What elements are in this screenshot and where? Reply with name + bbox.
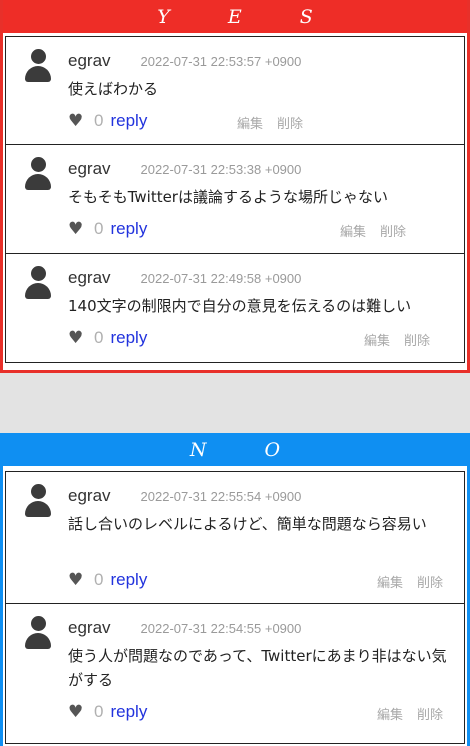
comment-actions: ♥ 0 reply xyxy=(68,219,147,239)
heart-icon[interactable]: ♥ xyxy=(68,221,84,238)
comment-text: 話し合いのレベルによるけど、簡単な問題なら容易い xyxy=(68,515,427,533)
reply-link[interactable]: reply xyxy=(110,328,147,348)
edit-button[interactable]: 編集 xyxy=(237,113,263,132)
comment-text: 使えばわかる xyxy=(68,80,159,98)
avatar-icon xyxy=(24,157,52,191)
comment-card: egrav 2022-07-31 22:53:57 +0900 使えばわかる ♥… xyxy=(5,36,465,145)
delete-button[interactable]: 削除 xyxy=(277,113,303,132)
comment-card: egrav 2022-07-31 22:54:55 +0900 使う人が問題なの… xyxy=(5,604,465,744)
edit-button[interactable]: 編集 xyxy=(377,704,403,723)
edit-button[interactable]: 編集 xyxy=(377,572,403,591)
heart-icon[interactable]: ♥ xyxy=(68,113,84,130)
avatar-icon xyxy=(24,484,52,518)
comment-edit-group: 編集 削除 xyxy=(364,330,430,349)
heart-icon[interactable]: ♥ xyxy=(68,330,84,347)
yes-header: Y E S xyxy=(3,0,467,33)
comment-username[interactable]: egrav xyxy=(68,268,111,288)
delete-button[interactable]: 削除 xyxy=(404,330,430,349)
comment-card: egrav 2022-07-31 22:53:38 +0900 そもそもTwit… xyxy=(5,145,465,254)
no-comment-list: egrav 2022-07-31 22:55:54 +0900 話し合いのレベル… xyxy=(3,466,467,744)
comment-actions: ♥ 0 reply xyxy=(68,570,147,590)
avatar-icon xyxy=(24,49,52,83)
comment-edit-group: 編集 削除 xyxy=(377,704,443,723)
comment-card: egrav 2022-07-31 22:49:58 +0900 140文字の制限… xyxy=(5,254,465,363)
reply-link[interactable]: reply xyxy=(110,111,147,131)
comment-timestamp: 2022-07-31 22:54:55 +0900 xyxy=(140,621,302,636)
reply-link[interactable]: reply xyxy=(110,219,147,239)
comment-meta: egrav 2022-07-31 22:55:54 +0900 xyxy=(68,486,301,506)
comment-actions: ♥ 0 reply xyxy=(68,702,147,722)
comment-meta: egrav 2022-07-31 22:53:57 +0900 xyxy=(68,51,301,71)
avatar-icon xyxy=(24,266,52,300)
comment-meta: egrav 2022-07-31 22:53:38 +0900 xyxy=(68,159,301,179)
like-count: 0 xyxy=(94,111,104,130)
comment-meta: egrav 2022-07-31 22:49:58 +0900 xyxy=(68,268,301,288)
comment-edit-group: 編集 削除 xyxy=(340,221,406,240)
heart-icon[interactable]: ♥ xyxy=(68,572,84,589)
edit-button[interactable]: 編集 xyxy=(364,330,390,349)
comment-edit-group: 編集 削除 xyxy=(377,572,443,591)
avatar-icon xyxy=(24,616,52,650)
comment-text: 140文字の制限内で自分の意見を伝えるのは難しい xyxy=(68,297,412,315)
comment-username[interactable]: egrav xyxy=(68,51,111,71)
comment-timestamp: 2022-07-31 22:49:58 +0900 xyxy=(140,271,302,286)
comment-timestamp: 2022-07-31 22:53:57 +0900 xyxy=(140,54,302,69)
delete-button[interactable]: 削除 xyxy=(380,221,406,240)
like-count: 0 xyxy=(94,219,104,238)
comment-username[interactable]: egrav xyxy=(68,618,111,638)
comment-text: 使う人が問題なのであって、Twitterにあまり非はない気がする xyxy=(68,647,447,689)
comment-text: そもそもTwitterは議論するような場所じゃない xyxy=(68,188,388,206)
heart-icon[interactable]: ♥ xyxy=(68,704,84,721)
comment-actions: ♥ 0 reply xyxy=(68,328,147,348)
like-count: 0 xyxy=(94,570,104,589)
delete-button[interactable]: 削除 xyxy=(417,572,443,591)
edit-button[interactable]: 編集 xyxy=(340,221,366,240)
like-count: 0 xyxy=(94,702,104,721)
no-panel: N O egrav 2022-07-31 22:55:54 +0900 話し合い… xyxy=(0,433,470,746)
comment-timestamp: 2022-07-31 22:55:54 +0900 xyxy=(140,489,302,504)
yes-comment-list: egrav 2022-07-31 22:53:57 +0900 使えばわかる ♥… xyxy=(3,33,467,363)
yes-panel: Y E S egrav 2022-07-31 22:53:57 +0900 使え… xyxy=(0,0,470,373)
delete-button[interactable]: 削除 xyxy=(417,704,443,723)
no-header: N O xyxy=(3,433,467,466)
reply-link[interactable]: reply xyxy=(110,570,147,590)
like-count: 0 xyxy=(94,328,104,347)
comment-timestamp: 2022-07-31 22:53:38 +0900 xyxy=(140,162,302,177)
reply-link[interactable]: reply xyxy=(110,702,147,722)
comment-meta: egrav 2022-07-31 22:54:55 +0900 xyxy=(68,618,301,638)
panel-divider xyxy=(0,373,470,433)
comment-actions: ♥ 0 reply xyxy=(68,111,147,131)
comment-username[interactable]: egrav xyxy=(68,486,111,506)
comment-username[interactable]: egrav xyxy=(68,159,111,179)
comment-edit-group: 編集 削除 xyxy=(237,113,303,132)
comment-card: egrav 2022-07-31 22:55:54 +0900 話し合いのレベル… xyxy=(5,471,465,604)
